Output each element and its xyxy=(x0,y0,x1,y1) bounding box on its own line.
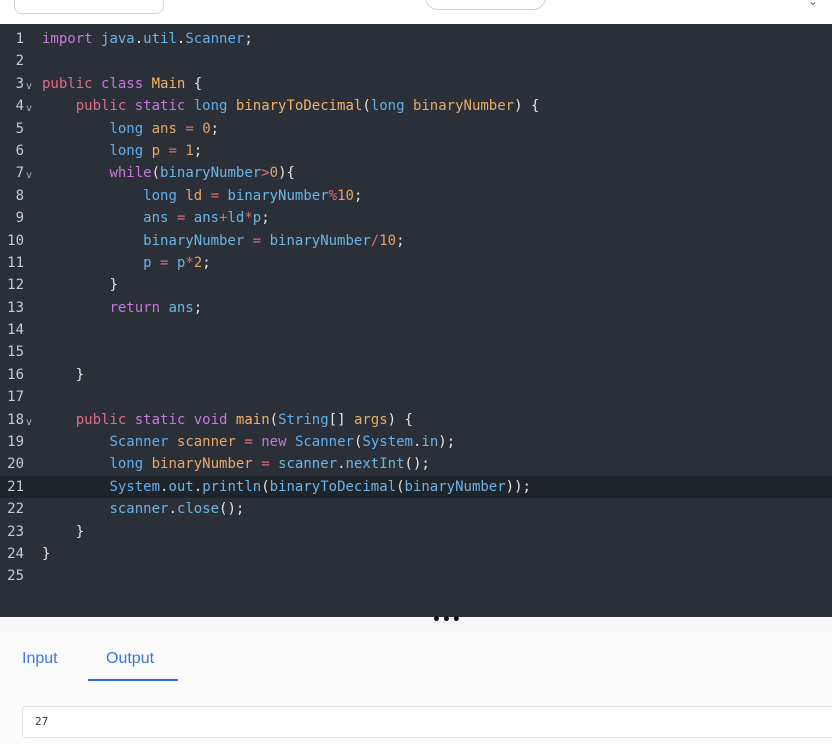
line-number: 24 xyxy=(7,545,24,562)
code-line[interactable]: 12 } xyxy=(0,274,832,296)
code-line[interactable]: 16 } xyxy=(0,364,832,386)
code-line[interactable]: 4v public static long binaryToDecimal(lo… xyxy=(0,95,832,117)
line-number: 16 xyxy=(7,366,24,383)
code-text: p = p*2; xyxy=(143,254,211,271)
code-text: scanner.close(); xyxy=(109,501,245,518)
code-line[interactable]: 19 Scanner scanner = new Scanner(System.… xyxy=(0,431,832,453)
drag-handle-icon: ••• xyxy=(432,612,462,628)
line-number: 21 xyxy=(7,478,24,495)
code-text: public static void main(String[] args) { xyxy=(75,411,413,428)
top-toolbar: ⌄ xyxy=(0,0,832,24)
output-field[interactable]: 27 xyxy=(22,706,832,738)
toolbar-pill-button[interactable] xyxy=(425,0,546,10)
code-line[interactable]: 6 long p = 1; xyxy=(0,140,832,162)
code-line[interactable]: 23 } xyxy=(0,521,832,543)
code-text: long ans = 0; xyxy=(109,120,220,137)
code-line[interactable]: 17 xyxy=(0,386,832,408)
line-number: 13 xyxy=(7,299,24,316)
line-number: 25 xyxy=(7,568,24,585)
line-number: 15 xyxy=(7,344,24,361)
output-value: 27 xyxy=(35,715,49,728)
code-line[interactable]: 20 long binaryNumber = scanner.nextInt()… xyxy=(0,453,832,475)
toolbar-dropdown-button[interactable] xyxy=(14,0,164,14)
line-number: 3 xyxy=(15,75,24,92)
code-text: binaryNumber = binaryNumber/10; xyxy=(143,232,405,249)
code-text: public class Main { xyxy=(42,75,203,92)
code-text: } xyxy=(75,523,85,540)
code-text: Scanner scanner = new Scanner(System.in)… xyxy=(109,434,456,451)
line-number: 2 xyxy=(15,53,24,70)
code-line[interactable]: 24} xyxy=(0,543,832,565)
output-panel: 27 xyxy=(0,682,832,744)
code-line[interactable]: 13 return ans; xyxy=(0,297,832,319)
code-text: } xyxy=(75,366,85,383)
line-number: 20 xyxy=(7,456,24,473)
code-text: long p = 1; xyxy=(109,142,203,159)
chevron-down-icon[interactable]: ⌄ xyxy=(808,0,818,8)
code-editor[interactable]: 1 import java.util.Scanner; 2 3 v public clas… xyxy=(0,24,832,617)
line-number: 5 xyxy=(15,120,24,137)
code-line[interactable]: 5 long ans = 0; xyxy=(0,118,832,140)
code-text: return ans; xyxy=(109,299,203,316)
line-number: 22 xyxy=(7,501,24,518)
code-line[interactable]: 18 v public static void main(String[] arg… xyxy=(0,409,832,431)
code-text: while(binaryNumber>0){ xyxy=(109,165,295,182)
code-text: public static long binaryToDecimal(long … xyxy=(75,98,540,115)
active-tab-indicator xyxy=(88,679,178,681)
line-number: 23 xyxy=(7,523,24,540)
line-number: 17 xyxy=(7,389,24,406)
line-number: 6 xyxy=(15,142,24,159)
line-number: 4 xyxy=(15,98,24,115)
code-text: } xyxy=(42,545,51,562)
line-number: 7 xyxy=(15,165,24,182)
code-line[interactable]: 10 binaryNumber = binaryNumber/10; xyxy=(0,230,832,252)
code-line[interactable]: 1 import java.util.Scanner; xyxy=(0,28,832,50)
line-number: 14 xyxy=(7,322,24,339)
line-number: 1 xyxy=(15,31,24,47)
code-text: long ld = binaryNumber%10; xyxy=(143,187,363,204)
code-text: long binaryNumber = scanner.nextInt(); xyxy=(109,456,430,473)
code-line[interactable]: 8 long ld = binaryNumber%10; xyxy=(0,185,832,207)
code-text: import java.util.Scanner; xyxy=(42,31,253,47)
tab-input[interactable]: Input xyxy=(22,650,58,668)
tab-output[interactable]: Output xyxy=(106,650,154,668)
line-number: 12 xyxy=(7,277,24,294)
line-number: 10 xyxy=(7,232,24,249)
code-line[interactable]: 9 ans = ans+ld*p; xyxy=(0,207,832,229)
panel-resize-handle[interactable]: ••• xyxy=(0,612,832,632)
code-line[interactable]: 15 xyxy=(0,341,832,363)
line-number: 19 xyxy=(7,434,24,451)
code-line[interactable]: 2 xyxy=(0,50,832,72)
code-text: ans = ans+ld*p; xyxy=(143,210,270,227)
code-lines: 1 import java.util.Scanner; 2 3 v public clas… xyxy=(0,28,832,588)
code-line[interactable]: 3 v public class Main { xyxy=(0,73,832,95)
code-text: System.out.println(binaryToDecimal(binar… xyxy=(109,478,531,495)
code-line[interactable]: 11 p = p*2; xyxy=(0,252,832,274)
code-line[interactable]: 22 scanner.close(); xyxy=(0,498,832,520)
line-number: 9 xyxy=(15,210,24,227)
line-number: 11 xyxy=(7,254,24,271)
code-text: } xyxy=(109,277,118,294)
code-line[interactable]: 7v while(binaryNumber>0){ xyxy=(0,162,832,184)
code-line[interactable]: 21 System.out.println(binaryToDecimal(bi… xyxy=(0,475,832,499)
io-tabs: Input Output xyxy=(0,632,832,682)
line-number: 18 xyxy=(7,411,24,428)
line-number: 8 xyxy=(15,187,24,204)
code-line[interactable]: 25 xyxy=(0,565,832,587)
code-line[interactable]: 14 xyxy=(0,319,832,341)
